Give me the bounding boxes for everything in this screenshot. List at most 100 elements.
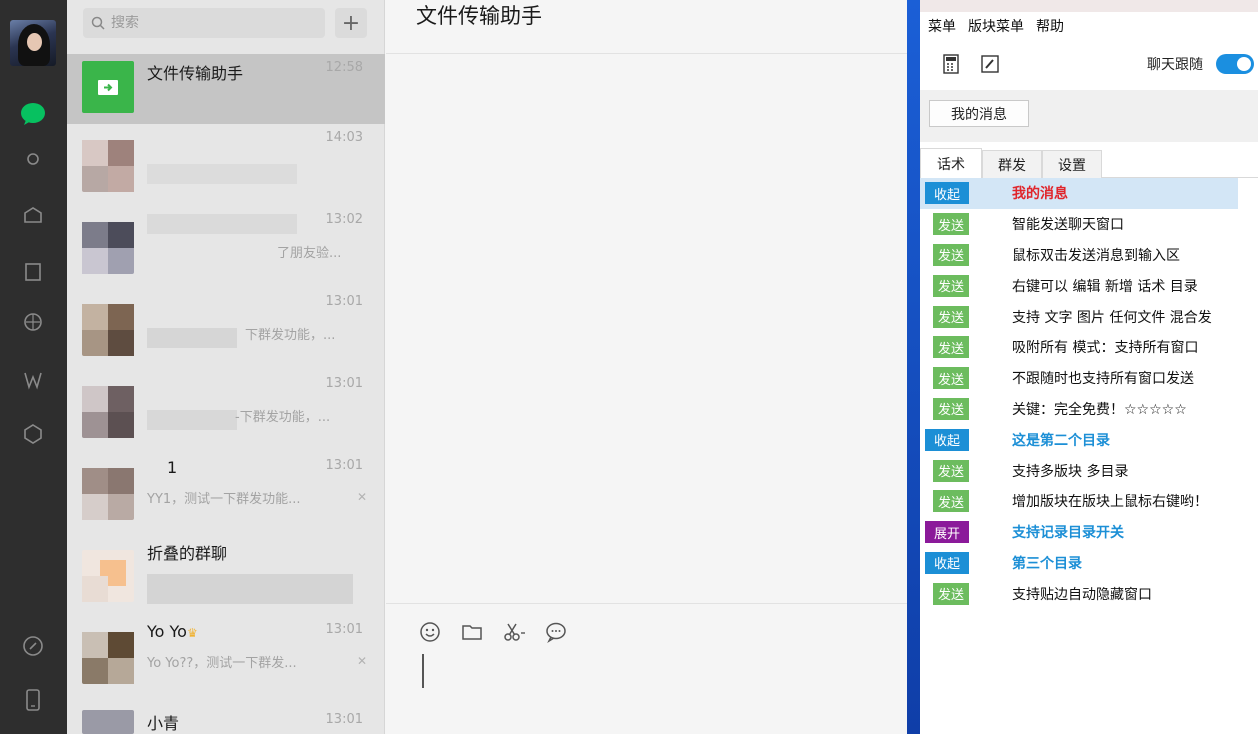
chat-item[interactable]: 1 13:01 YY1，测试一下群发功能... ✕ — [67, 452, 385, 534]
chat-bubble-icon[interactable] — [544, 620, 568, 644]
emoji-icon[interactable] — [418, 620, 442, 644]
send-button[interactable]: 发送 — [933, 490, 969, 513]
panel-toolbar — [920, 40, 1258, 88]
search-input[interactable] — [111, 15, 311, 31]
message-composer[interactable] — [386, 603, 907, 734]
moments-icon[interactable] — [19, 308, 47, 336]
phone-icon[interactable] — [19, 686, 47, 714]
my-messages-button[interactable]: 我的消息 — [929, 100, 1029, 127]
fold-button[interactable]: 收起 — [925, 551, 969, 574]
chat-time: 13:01 — [325, 376, 363, 391]
panel-tabs: 话术 群发 设置 — [920, 148, 1258, 178]
send-button[interactable]: 发送 — [933, 243, 969, 266]
send-button[interactable]: 发送 — [933, 336, 969, 359]
fold-button[interactable]: 收起 — [925, 182, 969, 205]
quick-reply-panel: 菜单 版块菜单 帮助 聊天跟随 我的消息 话术 群发 设置 收起 我的消息 发送… — [920, 0, 1258, 734]
script-row[interactable]: 收起 我的消息 — [920, 178, 1238, 209]
chat-item[interactable]: 13:01 下群发功能，... — [67, 288, 385, 370]
chat-item[interactable]: 14:03 — [67, 124, 385, 206]
category-label: 这是第二个目录 — [1012, 432, 1110, 449]
avatar[interactable] — [10, 20, 56, 66]
mini-program-icon[interactable] — [19, 420, 47, 448]
chat-item[interactable]: 13:01 -下群发功能，... — [67, 370, 385, 452]
chat-item-file-transfer[interactable]: 文件传输助手 12:58 — [67, 54, 385, 124]
script-row[interactable]: 发送 支持贴边自动隐藏窗口 — [920, 578, 1258, 609]
crown-icon: ♛ — [186, 626, 198, 640]
chat-preview: 下群发功能，... — [245, 328, 336, 343]
folder-icon[interactable] — [460, 620, 484, 644]
chat-name: Yo Yo♛ — [147, 622, 198, 641]
script-row[interactable]: 发送 增加版块在版块上鼠标右键哟！ — [920, 486, 1258, 517]
panel-title-strip — [920, 0, 1258, 12]
script-row[interactable]: 发送 右键可以 编辑 新增 话术 目录 — [920, 270, 1258, 301]
expand-button[interactable]: 展开 — [925, 521, 969, 544]
calculator-icon[interactable] — [942, 54, 964, 76]
avatar-face — [27, 33, 42, 51]
favorites-icon[interactable] — [19, 202, 47, 230]
send-button[interactable]: 发送 — [933, 305, 969, 328]
mute-icon: ✕ — [356, 654, 367, 668]
chat-title: 文件传输助手 — [416, 4, 542, 28]
chat-item[interactable]: 13:02 了朋友验... — [67, 206, 385, 288]
script-row[interactable]: 展开 支持记录目录开关 — [920, 517, 1258, 548]
chat-item[interactable]: 小青 13:01 — [67, 698, 385, 734]
chat-time: 13:01 — [325, 458, 363, 473]
chat-follow-toggle[interactable] — [1216, 54, 1254, 74]
script-row[interactable]: 发送 吸附所有 模式：支持所有窗口 — [920, 332, 1258, 363]
chat-name: 1 — [167, 458, 178, 477]
scissors-icon[interactable] — [502, 620, 526, 644]
script-text: 不跟随时也支持所有窗口发送 — [1012, 371, 1194, 388]
search-box[interactable] — [83, 8, 325, 38]
channels-icon[interactable] — [19, 366, 47, 394]
chat-list-panel: + 文件传输助手 12:58 14:03 13:02 了朋友验... 13:01… — [67, 0, 385, 734]
tab-broadcast[interactable]: 群发 — [982, 150, 1042, 178]
script-text: 增加版块在版块上鼠标右键哟！ — [1012, 494, 1208, 511]
chat-item-folded-group[interactable]: 折叠的群聊 — [67, 534, 385, 616]
menu-item[interactable]: 菜单 — [928, 16, 956, 36]
script-row[interactable]: 发送 不跟随时也支持所有窗口发送 — [920, 363, 1258, 394]
script-text: 鼠标双击发送消息到输入区 — [1012, 247, 1180, 264]
send-button[interactable]: 发送 — [933, 582, 969, 605]
mute-icon: ✕ — [356, 490, 367, 504]
add-button[interactable]: + — [335, 8, 367, 38]
menu-item[interactable]: 版块菜单 — [968, 16, 1024, 36]
script-row[interactable]: 发送 智能发送聊天窗口 — [920, 209, 1258, 240]
chat-preview: -下群发功能，... — [235, 410, 331, 425]
chat-name: 文件传输助手 — [147, 64, 244, 83]
script-text: 右键可以 编辑 新增 话术 目录 — [1012, 278, 1198, 295]
chat-time: 13:01 — [325, 712, 363, 727]
category-label: 第三个目录 — [1012, 555, 1082, 572]
send-button[interactable]: 发送 — [933, 367, 969, 390]
edit-icon[interactable] — [980, 54, 1002, 76]
send-button[interactable]: 发送 — [933, 274, 969, 297]
chat-time: 13:01 — [325, 622, 363, 637]
send-button[interactable]: 发送 — [933, 459, 969, 482]
tab-scripts[interactable]: 话术 — [920, 148, 982, 178]
files-icon[interactable] — [19, 258, 47, 286]
menu-item[interactable]: 帮助 — [1036, 16, 1064, 36]
script-text: 吸附所有 模式：支持所有窗口 — [1012, 340, 1199, 357]
contacts-icon[interactable] — [19, 148, 47, 176]
window-divider — [907, 0, 920, 734]
script-row[interactable]: 发送 支持多版块 多目录 — [920, 455, 1258, 486]
text-cursor — [422, 654, 424, 688]
menu-bar: 菜单 版块菜单 帮助 — [920, 12, 1258, 40]
tab-settings[interactable]: 设置 — [1042, 150, 1102, 178]
send-button[interactable]: 发送 — [933, 397, 969, 420]
send-button[interactable]: 发送 — [933, 213, 969, 236]
script-text: 支持 文字 图片 任何文件 混合发 — [1012, 309, 1212, 326]
script-row[interactable]: 发送 鼠标双击发送消息到输入区 — [920, 240, 1258, 271]
script-row[interactable]: 收起 这是第二个目录 — [920, 424, 1258, 455]
chat-item[interactable]: Yo Yo♛ 13:01 Yo Yo??，测试一下群发... ✕ — [67, 616, 385, 698]
script-text: 支持贴边自动隐藏窗口 — [1012, 586, 1152, 603]
chat-icon[interactable] — [19, 100, 47, 128]
chat-time: 13:01 — [325, 294, 363, 309]
fold-button[interactable]: 收起 — [925, 428, 969, 451]
link-icon[interactable] — [19, 632, 47, 660]
script-text: 智能发送聊天窗口 — [1012, 217, 1124, 234]
script-row[interactable]: 收起 第三个目录 — [920, 548, 1258, 579]
script-list: 收起 我的消息 发送 智能发送聊天窗口 发送 鼠标双击发送消息到输入区 发送 右… — [920, 178, 1258, 609]
script-row[interactable]: 发送 关键：完全免费！☆☆☆☆☆ — [920, 394, 1258, 425]
script-row[interactable]: 发送 支持 文字 图片 任何文件 混合发 — [920, 301, 1258, 332]
chat-preview: Yo Yo??，测试一下群发... — [147, 656, 297, 671]
